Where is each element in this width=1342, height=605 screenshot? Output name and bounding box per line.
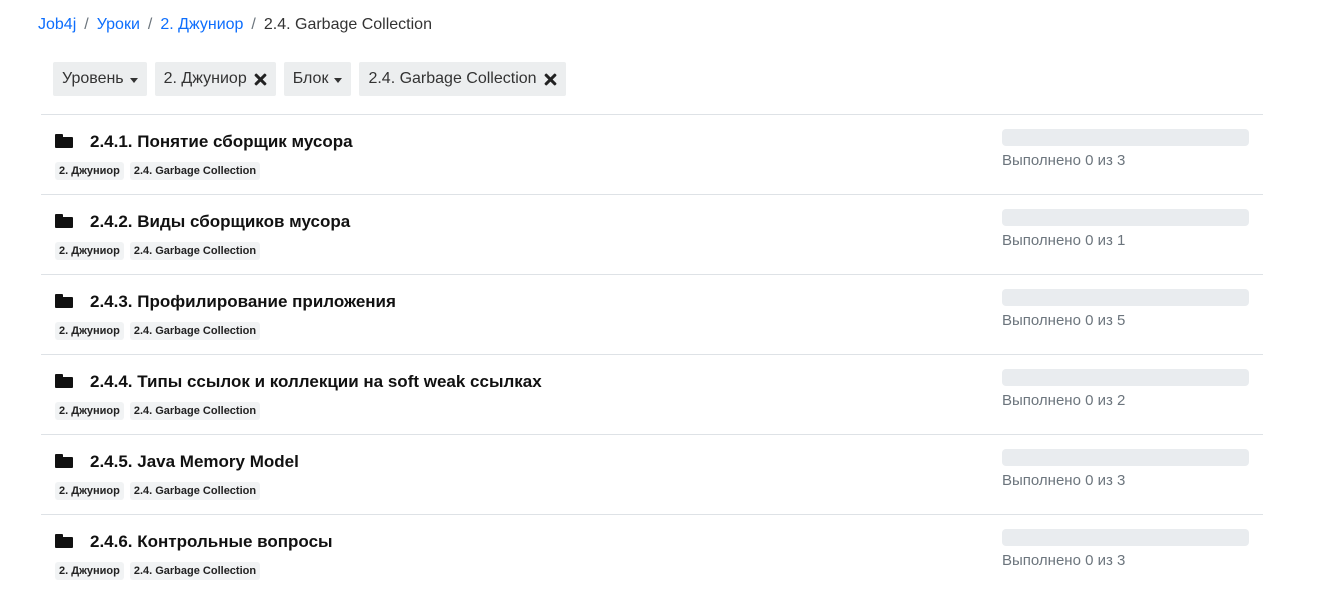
progress-bar [1002, 129, 1249, 146]
tag-badge: 2.4. Garbage Collection [129, 402, 261, 420]
lesson-row[interactable]: 2.4.3. Профилирование приложения 2. Джуни… [41, 274, 1263, 354]
close-icon[interactable] [254, 73, 267, 86]
lesson-tags: 2. Джуниор 2.4. Garbage Collection [55, 562, 261, 580]
folder-icon [55, 374, 73, 388]
tag-badge: 2. Джуниор [55, 402, 124, 420]
block-filter-value: 2.4. Garbage Collection [368, 70, 537, 87]
level-dropdown[interactable]: Уровень [53, 62, 147, 96]
tag-badge: 2.4. Garbage Collection [129, 562, 261, 580]
progress-bar [1002, 529, 1249, 546]
tag-badge: 2. Джуниор [55, 242, 124, 260]
lesson-row[interactable]: 2.4.4. Типы ссылок и коллекции на soft w… [41, 354, 1263, 434]
lesson-title[interactable]: 2.4.1. Понятие сборщик мусора [90, 132, 353, 152]
lesson-title[interactable]: 2.4.6. Контрольные вопросы [90, 532, 333, 552]
progress-bar [1002, 369, 1249, 386]
lesson-tags: 2. Джуниор 2.4. Garbage Collection [55, 242, 261, 260]
lesson-row[interactable]: 2.4.6. Контрольные вопросы 2. Джуниор 2.4.… [41, 514, 1263, 594]
folder-icon [55, 214, 73, 228]
breadcrumb-link-lessons[interactable]: Уроки [97, 15, 140, 35]
lesson-row[interactable]: 2.4.1. Понятие сборщик мусора 2. Джуниор 2… [41, 114, 1263, 194]
lesson-title[interactable]: 2.4.5. Java Memory Model [90, 452, 299, 472]
lesson-tags: 2. Джуниор 2.4. Garbage Collection [55, 402, 261, 420]
progress-bar [1002, 449, 1249, 466]
progress-bar [1002, 209, 1249, 226]
lesson-tags: 2. Джуниор 2.4. Garbage Collection [55, 162, 261, 180]
filter-bar: Уровень 2. Джуниор Блок 2.4. Garbage Col… [53, 62, 566, 96]
progress-status: Выполнено 0 из 2 [1002, 392, 1126, 409]
tag-badge: 2.4. Garbage Collection [129, 242, 261, 260]
tag-badge: 2.4. Garbage Collection [129, 322, 261, 340]
folder-icon [55, 534, 73, 548]
progress-status: Выполнено 0 из 3 [1002, 152, 1126, 169]
breadcrumb-separator: / [84, 16, 89, 33]
folder-icon [55, 134, 73, 148]
level-dropdown-label: Уровень [62, 70, 124, 87]
progress-status: Выполнено 0 из 3 [1002, 472, 1126, 489]
lesson-title[interactable]: 2.4.3. Профилирование приложения [90, 292, 396, 312]
block-dropdown[interactable]: Блок [283, 62, 352, 96]
level-filter-chip: 2. Джуниор [154, 62, 276, 96]
progress-status: Выполнено 0 из 3 [1002, 552, 1126, 569]
lesson-title[interactable]: 2.4.2. Виды сборщиков мусора [90, 212, 350, 232]
close-icon[interactable] [544, 73, 557, 86]
block-dropdown-label: Блок [292, 70, 329, 87]
tag-badge: 2. Джуниор [55, 162, 124, 180]
folder-icon [55, 294, 73, 308]
breadcrumb-current: 2.4. Garbage Collection [263, 16, 432, 33]
breadcrumb: Job4j / Уроки / 2. Джуниор / 2.4. Garbag… [38, 15, 432, 35]
tag-badge: 2. Джуниор [55, 562, 124, 580]
caret-down-icon [129, 77, 138, 83]
lesson-row[interactable]: 2.4.2. Виды сборщиков мусора 2. Джуниор 2.… [41, 194, 1263, 274]
tag-badge: 2. Джуниор [55, 322, 124, 340]
lesson-title[interactable]: 2.4.4. Типы ссылок и коллекции на soft w… [90, 372, 542, 392]
tag-badge: 2.4. Garbage Collection [129, 162, 261, 180]
progress-status: Выполнено 0 из 1 [1002, 232, 1126, 249]
tag-badge: 2.4. Garbage Collection [129, 482, 261, 500]
progress-bar [1002, 289, 1249, 306]
breadcrumb-separator: / [147, 16, 153, 33]
progress-status: Выполнено 0 из 5 [1002, 312, 1126, 329]
tag-badge: 2. Джуниор [55, 482, 124, 500]
breadcrumb-separator: / [251, 16, 256, 33]
lesson-list: 2.4.1. Понятие сборщик мусора 2. Джуниор 2… [41, 114, 1263, 594]
lesson-tags: 2. Джуниор 2.4. Garbage Collection [55, 322, 261, 340]
level-filter-value: 2. Джуниор [163, 70, 247, 87]
block-filter-chip: 2.4. Garbage Collection [359, 62, 566, 96]
lesson-tags: 2. Джуниор 2.4. Garbage Collection [55, 482, 261, 500]
breadcrumb-link-job4j[interactable]: Job4j [38, 15, 76, 35]
folder-icon [55, 454, 73, 468]
breadcrumb-link-level[interactable]: 2. Джуниор [160, 15, 243, 35]
lesson-row[interactable]: 2.4.5. Java Memory Model 2. Джуниор 2.4. G… [41, 434, 1263, 514]
caret-down-icon [334, 77, 343, 83]
